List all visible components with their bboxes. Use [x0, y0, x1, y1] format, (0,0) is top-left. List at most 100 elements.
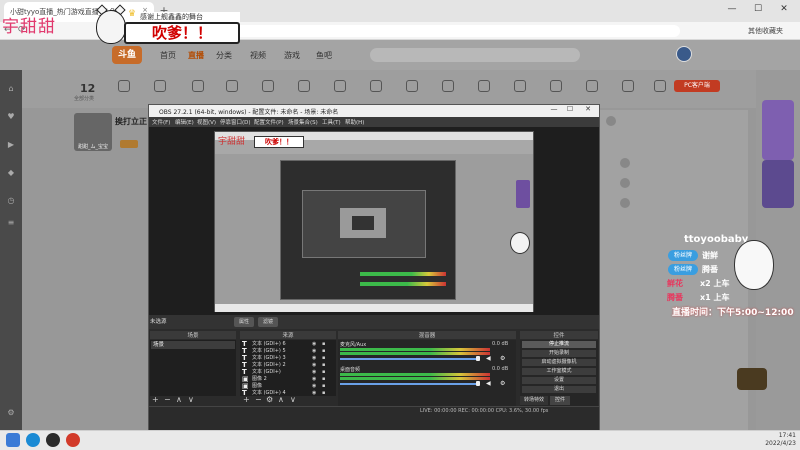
desktop-volume-slider[interactable]	[340, 383, 480, 385]
eye-icon[interactable]: ◉	[312, 348, 318, 354]
category-icon[interactable]	[478, 80, 490, 92]
gear-icon[interactable]: ⚙	[500, 380, 506, 387]
gear-icon[interactable]: ⚙	[500, 355, 506, 362]
category-icon[interactable]	[262, 80, 274, 92]
obs-minimize-button[interactable]: —	[548, 105, 560, 117]
obs-maximize-button[interactable]: ☐	[564, 105, 576, 117]
rank-avatar[interactable]	[620, 198, 630, 208]
add-scene-button[interactable]: +	[152, 396, 159, 404]
scene-item[interactable]: 场景	[151, 341, 235, 349]
stop-streaming-button[interactable]: 停止推流	[522, 341, 596, 348]
lock-icon[interactable]: ▪	[322, 376, 328, 382]
category-icon[interactable]	[192, 80, 204, 92]
move-down-icon[interactable]: ∨	[290, 396, 296, 404]
category-icon[interactable]	[586, 80, 598, 92]
start-icon[interactable]	[6, 433, 20, 447]
category-icon[interactable]	[226, 80, 238, 92]
speaker-icon[interactable]: ◀	[486, 355, 492, 362]
follow-icon[interactable]: ♥	[5, 112, 17, 122]
virtual-camera-button[interactable]: 启动虚拟摄像机	[522, 359, 596, 366]
start-recording-button[interactable]: 开始录制	[522, 350, 596, 357]
lock-icon[interactable]: ▪	[322, 362, 328, 368]
source-item[interactable]: 文本 (GDI+)	[252, 369, 281, 376]
menu-view[interactable]: 视图(V)	[197, 118, 216, 126]
eye-icon[interactable]: ◉	[312, 390, 318, 396]
menu-profile[interactable]: 配置文件(P)	[254, 118, 284, 126]
nav-home[interactable]: 首页	[160, 50, 176, 62]
nav-video[interactable]: 视频	[250, 50, 266, 62]
eye-icon[interactable]: ◉	[312, 362, 318, 368]
rank-avatar[interactable]	[606, 116, 616, 126]
category-icon[interactable]	[334, 80, 346, 92]
game-icon[interactable]: ◆	[5, 168, 17, 178]
studio-mode-button[interactable]: 工作室模式	[522, 368, 596, 375]
menu-help[interactable]: 帮助(H)	[345, 118, 364, 126]
category-icon[interactable]	[298, 80, 310, 92]
pc-client-badge[interactable]: PC客户端	[674, 80, 720, 92]
filters-button[interactable]: 滤镜	[258, 317, 278, 327]
user-avatar[interactable]	[676, 46, 692, 62]
source-item[interactable]: 文本 (GDI+) 6	[252, 341, 286, 348]
home-icon[interactable]: ⌂	[5, 84, 17, 94]
tab-transitions[interactable]: 转场特效	[520, 396, 548, 405]
site-search-input[interactable]	[370, 48, 580, 62]
more-icon[interactable]: ≡	[5, 218, 17, 228]
window-minimize-button[interactable]: —	[722, 4, 742, 18]
move-up-icon[interactable]: ∧	[278, 396, 284, 404]
source-item[interactable]: 文本 (GDI+) 2	[252, 362, 286, 369]
settings-button[interactable]: 设置	[522, 377, 596, 384]
move-down-icon[interactable]: ∨	[188, 396, 194, 404]
site-logo[interactable]: 斗鱼	[112, 46, 142, 64]
remove-source-button[interactable]: −	[255, 396, 262, 404]
window-maximize-button[interactable]: ☐	[748, 4, 768, 18]
lock-icon[interactable]: ▪	[322, 369, 328, 375]
lock-icon[interactable]: ▪	[322, 355, 328, 361]
source-item[interactable]: 文本 (GDI+) 5	[252, 348, 286, 355]
category-icon[interactable]	[442, 80, 454, 92]
eye-icon[interactable]: ◉	[312, 341, 318, 347]
nav-live[interactable]: 直播	[188, 50, 204, 62]
rank-avatar[interactable]	[620, 178, 630, 188]
category-icon[interactable]	[406, 80, 418, 92]
obs-close-button[interactable]: ✕	[582, 105, 594, 117]
category-icon[interactable]	[654, 80, 666, 92]
eye-icon[interactable]: ◉	[312, 383, 318, 389]
lock-icon[interactable]: ▪	[322, 390, 328, 396]
source-item[interactable]: 图像 2	[252, 376, 267, 383]
promo-banner[interactable]	[762, 100, 794, 160]
window-close-button[interactable]: ✕	[774, 4, 794, 18]
menu-docks[interactable]: 停靠窗口(D)	[220, 118, 251, 126]
menu-file[interactable]: 文件(F)	[152, 118, 170, 126]
mic-volume-slider[interactable]	[340, 358, 480, 360]
settings-gear-icon[interactable]: ⚙	[5, 408, 17, 418]
add-source-button[interactable]: +	[243, 396, 250, 404]
gift-box-icon[interactable]	[737, 368, 767, 390]
speaker-icon[interactable]: ◀	[486, 380, 492, 387]
category-icon[interactable]	[622, 80, 634, 92]
exit-button[interactable]: 退出	[522, 386, 596, 393]
lock-icon[interactable]: ▪	[322, 383, 328, 389]
menu-tools[interactable]: 工具(T)	[322, 118, 341, 126]
obs-icon[interactable]	[46, 433, 60, 447]
rank-avatar[interactable]	[620, 158, 630, 168]
properties-button[interactable]: 属性	[234, 317, 254, 327]
history-icon[interactable]: ◷	[5, 196, 17, 206]
source-item[interactable]: 文本 (GDI+) 3	[252, 355, 286, 362]
category-icon[interactable]	[118, 80, 130, 92]
eye-icon[interactable]: ◉	[312, 376, 318, 382]
lock-icon[interactable]: ▪	[322, 341, 328, 347]
nav-games[interactable]: 游戏	[284, 50, 300, 62]
lock-icon[interactable]: ▪	[322, 348, 328, 354]
nav-fishbar[interactable]: 鱼吧	[316, 50, 332, 62]
category-label[interactable]: 全部分类	[74, 95, 94, 102]
category-icon[interactable]	[370, 80, 382, 92]
qr-code[interactable]	[762, 160, 794, 208]
menu-scene-collection[interactable]: 场景集合(S)	[288, 118, 318, 126]
desktop-volume-knob[interactable]	[476, 381, 480, 386]
category-icon[interactable]	[550, 80, 562, 92]
gear-icon[interactable]: ⚙	[266, 396, 273, 404]
edge-icon[interactable]	[26, 433, 40, 447]
category-icon[interactable]	[514, 80, 526, 92]
eye-icon[interactable]: ◉	[312, 355, 318, 361]
tab-controls[interactable]: 控件	[550, 396, 570, 405]
